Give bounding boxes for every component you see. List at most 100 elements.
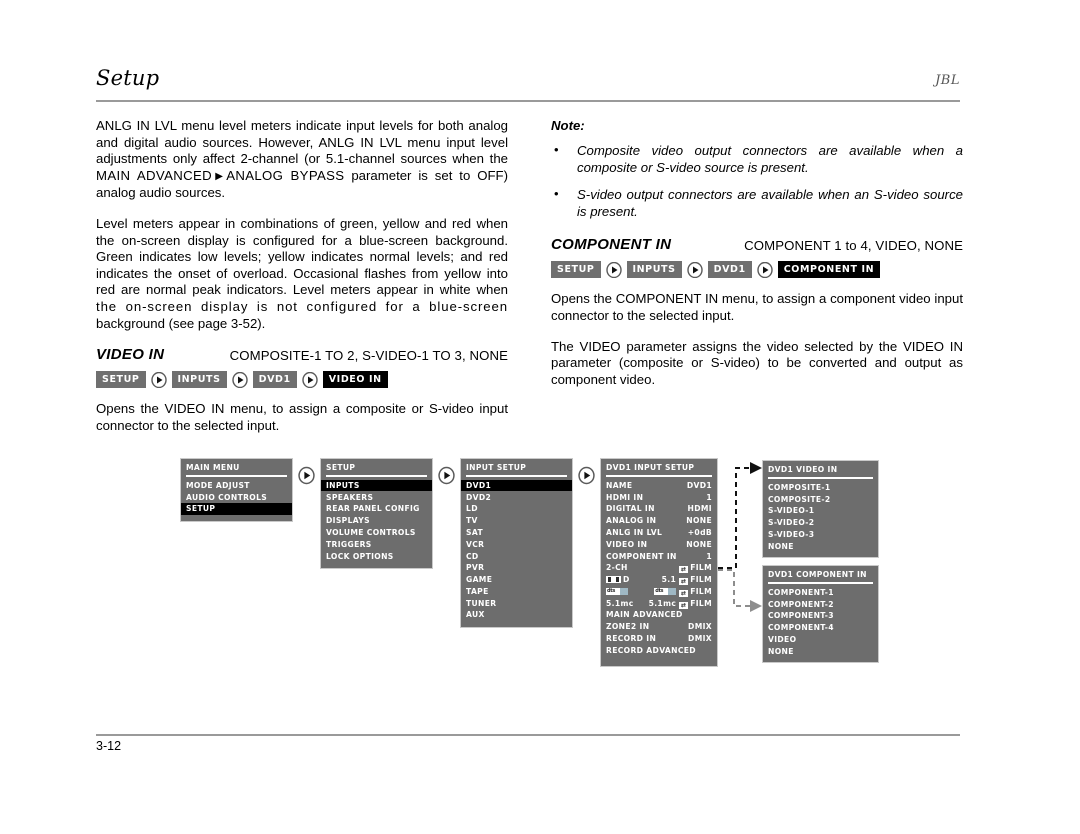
section-component-in: COMPONENT IN COMPONENT 1 to 4, VIDEO, NO… (551, 236, 963, 388)
menu-item-none[interactable]: NONE (763, 645, 878, 657)
menu-item-sat[interactable]: SAT (461, 527, 572, 539)
section-title-video-in: VIDEO IN (96, 346, 165, 364)
breadcrumb-chip-dvd1[interactable]: DVD1 (252, 371, 297, 389)
dts-logo-icon: dts (606, 587, 628, 595)
menu-item-volume-controls[interactable]: VOLUME CONTROLS (321, 527, 432, 539)
menu-item-vcr[interactable]: VCR (461, 538, 572, 550)
row-dolby-digital[interactable]: D 5.1 ⇄ FILM (601, 574, 717, 586)
menu-item-none[interactable]: NONE (763, 540, 878, 552)
breadcrumb-chip-dvd1[interactable]: DVD1 (707, 261, 752, 279)
menu-item-rear-panel-config[interactable]: REAR PANEL CONFIG (321, 503, 432, 515)
row-midvalue: 5.1 (661, 575, 677, 585)
menu-item-cd[interactable]: CD (461, 550, 572, 562)
menu-item-dvd1[interactable]: DVD1 (461, 479, 572, 492)
breadcrumb-chip-setup[interactable]: SETUP (96, 371, 146, 389)
row-value: +0dB (687, 528, 712, 538)
menu-item-composite-2[interactable]: COMPOSITE-2 (763, 493, 878, 505)
para2-end: background (see page 3-52). (96, 315, 266, 331)
breadcrumb-chip-setup[interactable]: SETUP (551, 261, 601, 279)
menu-item-speakers[interactable]: SPEAKERS (321, 491, 432, 503)
breadcrumb-chip-component-in[interactable]: COMPONENT IN (777, 261, 881, 279)
menu-item-component-1[interactable]: COMPONENT-1 (763, 587, 878, 599)
menu-item-tuner[interactable]: TUNER (461, 597, 572, 609)
page-number: 3-12 (96, 739, 122, 753)
menu-item-lock-options[interactable]: LOCK OPTIONS (321, 550, 432, 562)
menu-item-component-2[interactable]: COMPONENT-2 (763, 598, 878, 610)
row-value: 1 (706, 551, 712, 561)
menu-item-s-video-2[interactable]: S-VIDEO-2 (763, 517, 878, 529)
menu-item-component-4[interactable]: COMPONENT-4 (763, 622, 878, 634)
surround-loop-icon: ⇄ (679, 589, 689, 597)
menu-item-setup[interactable]: SETUP (181, 503, 292, 515)
row-name[interactable]: NAME DVD1 (601, 480, 717, 492)
para1-main-advanced: MAIN ADVANCED (96, 167, 213, 183)
menu-item-s-video-3[interactable]: S-VIDEO-3 (763, 529, 878, 541)
menu-item-ld[interactable]: LD (461, 503, 572, 515)
row-hdmi-in[interactable]: HDMI IN 1 (601, 491, 717, 503)
row-midvalue: 5.1mc (648, 598, 677, 608)
panel-title: DVD1 INPUT SETUP (606, 463, 695, 472)
row-value: FILM (690, 563, 712, 573)
panel-dvd1-video-in: DVD1 VIDEO IN COMPOSITE-1 COMPOSITE-2 S-… (762, 460, 879, 559)
row-anlg-in-lvl[interactable]: ANLG IN LVL +0dB (601, 527, 717, 539)
note-heading: Note: (551, 118, 585, 133)
page-title: Setup (96, 66, 160, 90)
breadcrumb-chip-video-in[interactable]: VIDEO IN (322, 371, 388, 389)
footer-divider (96, 734, 960, 736)
menu-item-aux[interactable]: AUX (461, 609, 572, 621)
menu-item-s-video-1[interactable]: S-VIDEO-1 (763, 505, 878, 517)
row-value: DMIX (688, 634, 712, 644)
menu-item-tv[interactable]: TV (461, 515, 572, 527)
menu-item-game[interactable]: GAME (461, 574, 572, 586)
paragraph-anlg-in-lvl: ANLG IN LVL menu level meters indicate i… (96, 118, 508, 202)
panel-title: MAIN MENU (186, 463, 240, 472)
panel-title: INPUT SETUP (466, 463, 527, 472)
row-digital-in[interactable]: DIGITAL IN HDMI (601, 503, 717, 515)
section-header-row: COMPONENT IN COMPONENT 1 to 4, VIDEO, NO… (551, 236, 963, 256)
panel-dvd1-component-in: DVD1 COMPONENT IN COMPONENT-1 COMPONENT-… (762, 565, 879, 664)
menu-item-composite-1[interactable]: COMPOSITE-1 (763, 482, 878, 494)
menu-item-mode-adjust[interactable]: MODE ADJUST (181, 480, 292, 492)
row-value: FILM (690, 586, 712, 596)
menu-item-video[interactable]: VIDEO (763, 634, 878, 646)
panel-title: DVD1 VIDEO IN (768, 465, 838, 474)
section-values-video-in: COMPOSITE-1 TO 2, S-VIDEO-1 TO 3, NONE (229, 348, 508, 364)
menu-item-triggers[interactable]: TRIGGERS (321, 538, 432, 550)
menu-item-component-3[interactable]: COMPONENT-3 (763, 610, 878, 622)
row-zone2-in[interactable]: ZONE2 IN DMIX (601, 621, 717, 633)
section-header-row: VIDEO IN COMPOSITE-1 TO 2, S-VIDEO-1 TO … (96, 346, 508, 366)
row-record-advanced[interactable]: RECORD ADVANCED (601, 644, 717, 656)
breadcrumb-arrow-icon (302, 371, 318, 388)
section-values-component-in: COMPONENT 1 to 4, VIDEO, NONE (744, 238, 963, 254)
menu-item-inputs[interactable]: INPUTS (321, 479, 432, 492)
menu-item-displays[interactable]: DISPLAYS (321, 515, 432, 527)
section-description-component-in: Opens the COMPONENT IN menu, to assign a… (551, 291, 963, 323)
section-description-video-param: The VIDEO parameter assigns the video se… (551, 338, 963, 387)
menu-item-audio-controls[interactable]: AUDIO CONTROLS (181, 491, 292, 503)
row-51mc[interactable]: 5.1mc 5.1mc ⇄ FILM (601, 597, 717, 609)
panel-main-menu: MAIN MENU MODE ADJUST AUDIO CONTROLS SET… (180, 458, 293, 522)
panel-dvd1-input-setup: DVD1 INPUT SETUP NAME DVD1 HDMI IN 1 DIG… (600, 458, 718, 668)
row-value: NONE (686, 539, 712, 549)
row-analog-in[interactable]: ANALOG IN NONE (601, 515, 717, 527)
row-dts[interactable]: dts dts ⇄ FILM (601, 586, 717, 598)
row-label: 5.1mc (606, 598, 634, 608)
panel-title-rule (768, 582, 873, 584)
menu-item-dvd2[interactable]: DVD2 (461, 491, 572, 503)
surround-loop-icon: ⇄ (679, 578, 689, 586)
row-label: COMPONENT IN (606, 551, 677, 561)
breadcrumb-chip-inputs[interactable]: INPUTS (626, 261, 682, 279)
row-video-in[interactable]: VIDEO IN NONE (601, 538, 717, 550)
row-2ch[interactable]: 2-CH ⇄ FILM (601, 562, 717, 574)
surround-loop-icon: ⇄ (679, 566, 689, 574)
menu-item-pvr[interactable]: PVR (461, 562, 572, 574)
row-record-in[interactable]: RECORD IN DMIX (601, 633, 717, 645)
row-main-advanced[interactable]: MAIN ADVANCED (601, 609, 717, 621)
note-item-text: S-video output connectors are available … (577, 187, 963, 219)
menu-item-tape[interactable]: TAPE (461, 586, 572, 598)
row-component-in[interactable]: COMPONENT IN 1 (601, 550, 717, 562)
flow-arrow-icon (298, 466, 315, 485)
panel-title-rule (768, 477, 873, 479)
breadcrumb-chip-inputs[interactable]: INPUTS (171, 371, 227, 389)
row-value: FILM (690, 598, 712, 608)
